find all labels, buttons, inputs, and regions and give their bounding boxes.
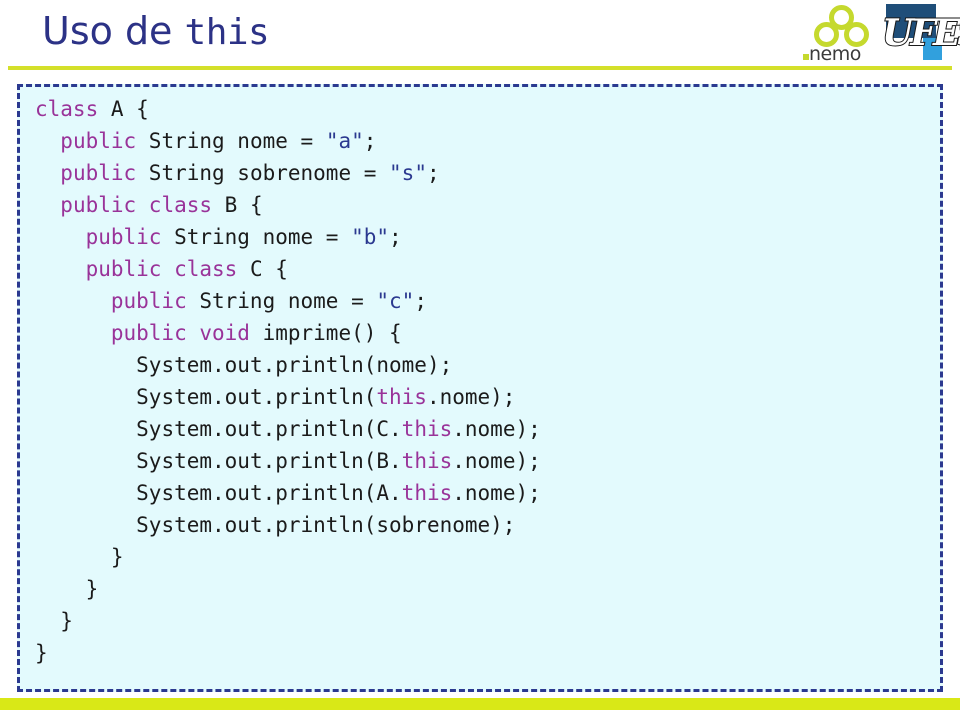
code-token-pl: }	[35, 641, 48, 665]
code-token-kw: public class	[60, 193, 213, 217]
code-token-pl: .nome);	[452, 417, 541, 441]
code-token-kw: public	[60, 161, 137, 185]
code-token-pl: String nome =	[136, 129, 326, 153]
footer-accent-bar	[0, 698, 960, 710]
code-token-kw: class	[35, 97, 99, 121]
code-token-pl: A {	[98, 97, 149, 121]
code-block-panel: class A { public String nome = "a"; publ…	[17, 84, 943, 692]
java-code-listing: class A { public String nome = "a"; publ…	[35, 93, 541, 669]
code-token-pl: String nome =	[186, 289, 377, 313]
code-token-pl: }	[60, 609, 73, 633]
code-token-kw: public	[85, 225, 162, 249]
code-token-str: "a"	[325, 129, 364, 153]
code-token-pl: ;	[414, 289, 427, 313]
code-token-pl: System.out.println(	[136, 385, 377, 409]
code-token-pl: System.out.println(sobrenome);	[136, 513, 516, 537]
code-token-pl: imprime() {	[249, 321, 402, 345]
code-token-str: "s"	[389, 161, 427, 185]
code-token-pl: .nome);	[452, 449, 541, 473]
code-token-pl: C {	[237, 257, 288, 281]
nemo-logo: nemo	[803, 5, 878, 65]
code-token-pl: B {	[212, 193, 263, 217]
code-token-kw: public	[110, 289, 187, 313]
code-token-kw: this	[401, 417, 453, 441]
code-token-pl: System.out.println(C.	[136, 417, 402, 441]
code-token-kw: public void	[110, 321, 250, 345]
code-token-str: "b"	[351, 225, 390, 249]
ufes-logo: UFES	[880, 2, 960, 64]
ufes-logo-label: UFES	[881, 12, 960, 54]
code-token-pl: ;	[389, 225, 402, 249]
code-token-pl: ;	[363, 129, 377, 153]
slide-canvas: Uso de this nemo UFES class A { public S…	[0, 0, 960, 710]
nemo-logo-label: nemo	[809, 43, 861, 65]
code-token-pl: }	[85, 577, 99, 601]
code-token-pl: String sobrenome =	[136, 161, 390, 185]
code-token-kw: public	[60, 129, 137, 153]
code-token-pl: System.out.println(nome);	[136, 353, 453, 377]
code-token-kw: public class	[85, 257, 238, 281]
code-token-pl: String nome =	[161, 225, 352, 249]
code-token-pl: System.out.println(B.	[136, 449, 402, 473]
logo-group: nemo UFES	[803, 2, 960, 65]
code-token-pl: ;	[426, 161, 440, 185]
code-token-kw: this	[401, 481, 453, 505]
code-token-pl: .nome);	[426, 385, 516, 409]
code-token-str: "c"	[376, 289, 415, 313]
page-title: Uso de this	[42, 9, 270, 53]
code-token-pl: }	[110, 545, 124, 569]
code-token-kw: this	[376, 385, 427, 409]
code-token-pl: System.out.println(A.	[136, 481, 402, 505]
page-title-keyword: this	[184, 12, 270, 53]
code-token-pl: .nome);	[452, 481, 541, 505]
page-title-text: Uso de	[42, 9, 185, 53]
code-token-kw: this	[401, 449, 453, 473]
title-underline-rule	[8, 66, 952, 70]
